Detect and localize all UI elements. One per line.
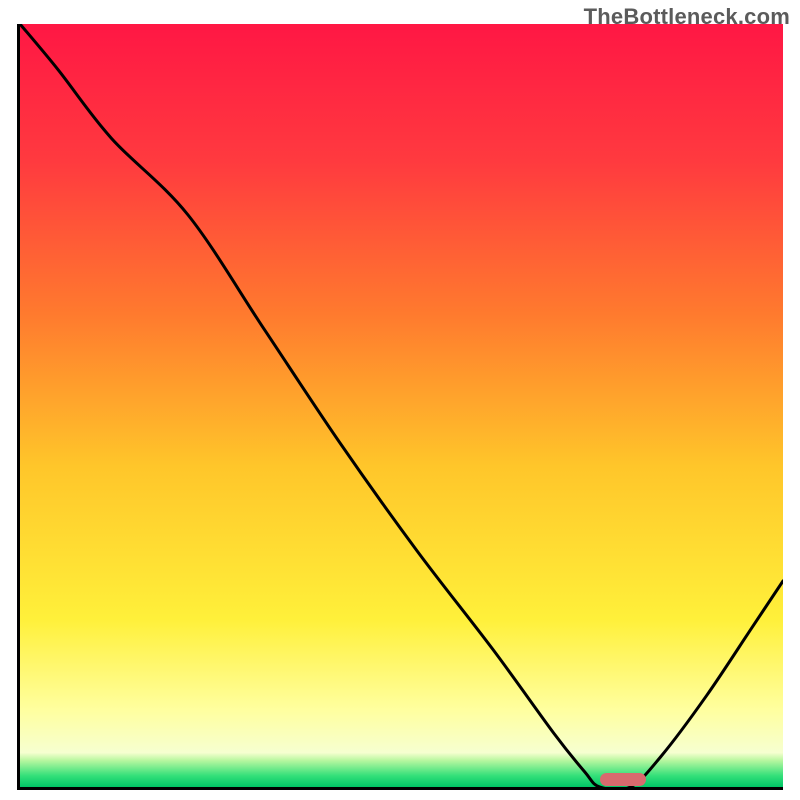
plot-area [20, 24, 783, 787]
chart-container: TheBottleneck.com [0, 0, 800, 800]
watermark-text: TheBottleneck.com [584, 4, 790, 30]
optimal-range-marker [600, 773, 646, 786]
bottleneck-curve [20, 24, 783, 787]
